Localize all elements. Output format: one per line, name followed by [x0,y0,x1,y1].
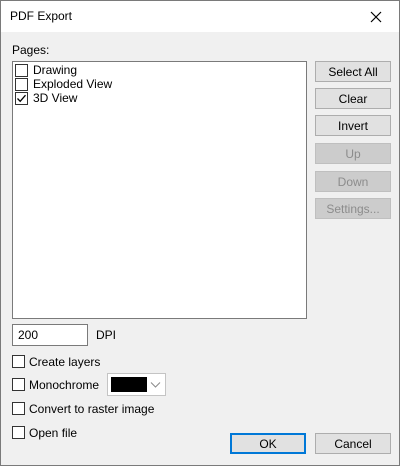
open-file-option[interactable]: Open file [12,425,77,440]
pages-label: Pages: [12,43,50,57]
create-layers-checkbox[interactable] [12,355,25,368]
title-bar: PDF Export [1,1,399,32]
monochrome-label: Monochrome [29,377,100,392]
convert-raster-checkbox[interactable] [12,402,25,415]
open-file-label: Open file [29,425,78,440]
settings-button[interactable]: Settings... [315,198,391,219]
monochrome-checkbox[interactable] [12,378,25,391]
create-layers-option[interactable]: Create layers [12,354,100,369]
select-all-button[interactable]: Select All [315,61,391,82]
down-button[interactable]: Down [315,171,391,192]
checkbox-exploded-view[interactable] [15,77,28,91]
close-icon [370,11,382,22]
list-item-label: 3D View [33,91,78,105]
convert-raster-option[interactable]: Convert to raster image [12,401,154,416]
convert-raster-label: Convert to raster image [29,401,155,416]
checkbox-3d-view[interactable] [15,91,28,105]
color-picker-combo[interactable] [107,373,166,396]
ok-button[interactable]: OK [230,433,306,454]
open-file-checkbox[interactable] [12,426,25,439]
checkmark-icon [17,94,26,102]
pages-list[interactable]: Drawing Exploded View 3D View [12,61,307,319]
list-item-drawing[interactable]: Drawing [15,63,77,77]
list-item-label: Exploded View [33,77,113,91]
cancel-button[interactable]: Cancel [315,433,391,454]
color-swatch [111,377,147,392]
invert-button[interactable]: Invert [315,115,391,136]
dialog-title: PDF Export [10,9,73,23]
clear-button[interactable]: Clear [315,88,391,109]
list-item-exploded-view[interactable]: Exploded View [15,77,112,91]
chevron-down-icon [150,382,161,388]
monochrome-option[interactable]: Monochrome [12,377,99,392]
pdf-export-dialog: PDF Export Pages: Drawing Exploded View … [0,0,400,466]
close-button[interactable] [353,1,399,32]
dpi-unit-label: DPI [96,328,117,342]
up-button[interactable]: Up [315,143,391,164]
list-item-label: Drawing [33,63,78,77]
list-item-3d-view[interactable]: 3D View [15,91,77,105]
dpi-input[interactable]: 200 [12,324,88,346]
checkbox-drawing[interactable] [15,63,28,77]
create-layers-label: Create layers [29,354,101,369]
